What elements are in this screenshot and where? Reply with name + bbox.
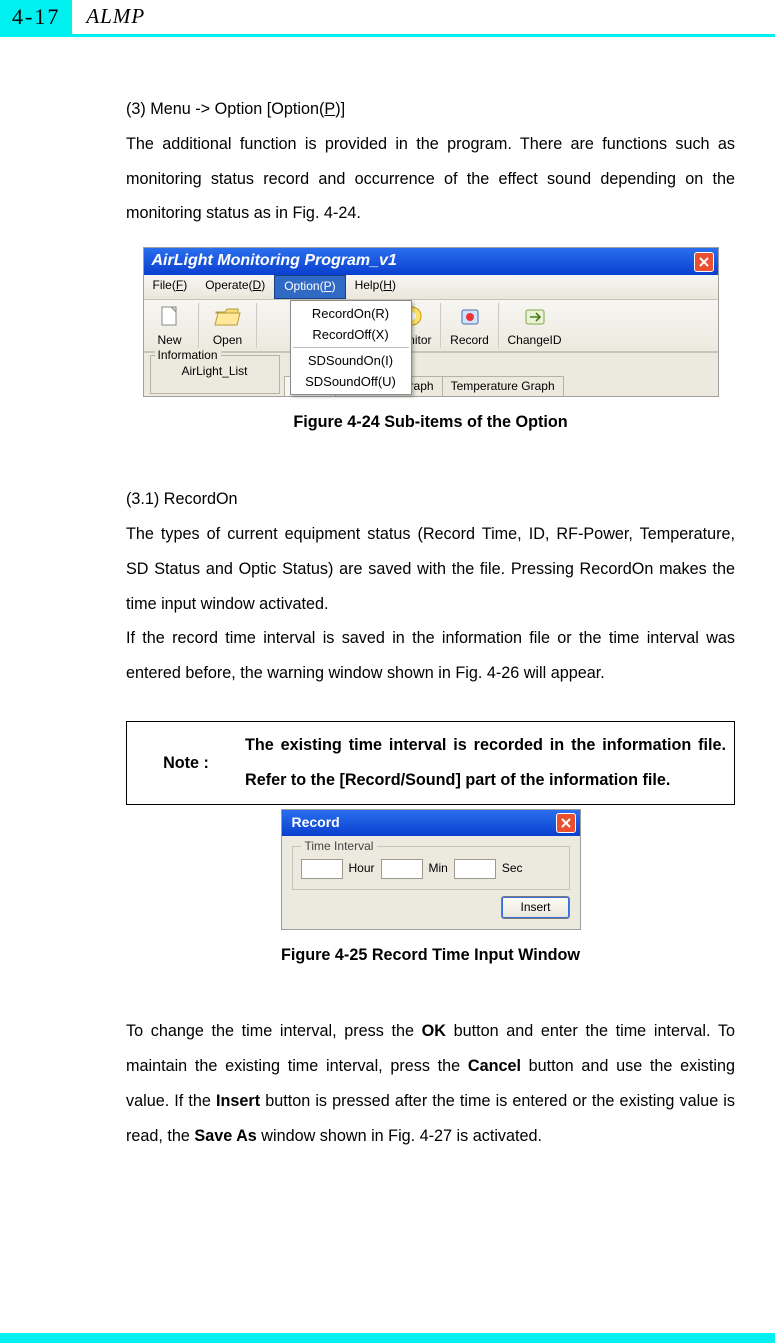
- figure-4-24: AirLight Monitoring Program_v1 File(F) O…: [126, 247, 735, 440]
- folder-open-icon: [212, 303, 244, 331]
- menu-help-mnemonic: H: [383, 278, 392, 292]
- dropdown-sdsoundoff[interactable]: SDSoundOff(U): [291, 371, 411, 392]
- record-titlebar: Record: [282, 810, 580, 836]
- note-label: Note :: [127, 722, 245, 804]
- airlight-lower: Information AirLight_List Status RF Powe…: [144, 352, 718, 396]
- record-title: Record: [292, 813, 340, 833]
- figure-4-25: Record Time Interval Hour Min Sec Insert: [126, 809, 735, 973]
- close-icon[interactable]: [694, 252, 714, 272]
- ok-bold: OK: [422, 1022, 446, 1040]
- tab-temperature-graph[interactable]: Temperature Graph: [442, 376, 564, 397]
- record-icon: [454, 303, 486, 331]
- cancel-bold: Cancel: [468, 1057, 521, 1075]
- toolbar-separator: [498, 303, 500, 349]
- figure-4-24-caption: Figure 4-24 Sub-items of the Option: [126, 405, 735, 440]
- sec-input[interactable]: [454, 859, 496, 879]
- insert-button[interactable]: Insert: [501, 896, 569, 919]
- menu-option-pre: Option(: [284, 279, 323, 293]
- toolbar-changeid-label: ChangeID: [508, 333, 562, 349]
- menu-option-post: ): [332, 279, 336, 293]
- hour-input[interactable]: [301, 859, 343, 879]
- dropdown-recordoff[interactable]: RecordOff(X): [291, 324, 411, 345]
- toolbar-new[interactable]: New: [144, 300, 196, 352]
- section3-heading-pre: (3) Menu -> Option [Option(: [126, 100, 324, 118]
- information-legend: Information: [155, 348, 221, 364]
- menu-help-pre: Help(: [355, 278, 384, 292]
- airlight-titlebar: AirLight Monitoring Program_v1: [144, 248, 718, 275]
- menu-help[interactable]: Help(H): [346, 275, 405, 299]
- section3-heading-post: )]: [335, 100, 345, 118]
- menu-option[interactable]: Option(P): [274, 275, 345, 299]
- menu-operate[interactable]: Operate(D): [196, 275, 274, 299]
- section31-p1: The types of current equipment status (R…: [126, 517, 735, 621]
- toolbar-new-label: New: [157, 333, 181, 349]
- insert-bold: Insert: [216, 1092, 260, 1110]
- menu-operate-mnemonic: D: [253, 278, 262, 292]
- page-number-badge: 4-17: [0, 0, 72, 34]
- menu-file-post: ): [183, 278, 187, 292]
- sec-label: Sec: [502, 860, 523, 877]
- new-file-icon: [154, 303, 186, 331]
- time-interval-legend: Time Interval: [301, 838, 378, 855]
- menu-file-pre: File(: [153, 278, 176, 292]
- information-panel: Information AirLight_List: [150, 355, 280, 394]
- close-icon[interactable]: [556, 813, 576, 833]
- menu-help-post: ): [392, 278, 396, 292]
- trailing-pre: To change the time interval, press the: [126, 1022, 422, 1040]
- note-text: The existing time interval is recorded i…: [245, 722, 734, 804]
- airlight-window: AirLight Monitoring Program_v1 File(F) O…: [143, 247, 719, 397]
- toolbar-open[interactable]: Open: [202, 300, 254, 352]
- time-interval-fieldset: Time Interval Hour Min Sec: [292, 846, 570, 890]
- section3-heading: (3) Menu -> Option [Option(P)]: [126, 92, 735, 127]
- trailing-paragraph: To change the time interval, press the O…: [126, 1014, 735, 1153]
- airlight-title: AirLight Monitoring Program_v1: [152, 251, 397, 272]
- chapter-label: ALMP: [72, 0, 145, 29]
- option-dropdown: RecordOn(R) RecordOff(X) SDSoundOn(I) SD…: [290, 300, 412, 395]
- menubar: File(F) Operate(D) Option(P) Help(H): [144, 275, 718, 300]
- toolbar-separator: [256, 303, 258, 349]
- menu-operate-post: ): [261, 278, 265, 292]
- toolbar: New Open: [144, 300, 718, 353]
- dropdown-recordon[interactable]: RecordOn(R): [291, 303, 411, 324]
- dropdown-sdsoundon[interactable]: SDSoundOn(I): [291, 350, 411, 371]
- section31-heading: (3.1) RecordOn: [126, 482, 735, 517]
- record-dialog: Record Time Interval Hour Min Sec Insert: [281, 809, 581, 930]
- note-box: Note : The existing time interval is rec…: [126, 721, 735, 805]
- toolbar-separator: [198, 303, 200, 349]
- menu-file[interactable]: File(F): [144, 275, 197, 299]
- dropdown-separator: [293, 347, 409, 348]
- section3-body: The additional function is provided in t…: [126, 127, 735, 231]
- toolbar-record[interactable]: Record: [444, 300, 496, 352]
- toolbar-separator: [440, 303, 442, 349]
- section31-p2: If the record time interval is saved in …: [126, 621, 735, 691]
- hour-label: Hour: [349, 860, 375, 877]
- menu-option-mnemonic: P: [324, 279, 332, 293]
- toolbar-changeid[interactable]: ChangeID: [502, 300, 568, 352]
- trailing-end: window shown in Fig. 4-27 is activated.: [257, 1127, 542, 1145]
- section3-heading-underlined: P: [324, 100, 335, 118]
- saveas-bold: Save As: [194, 1127, 256, 1145]
- changeid-icon: [519, 303, 551, 331]
- toolbar-record-label: Record: [450, 333, 489, 349]
- toolbar-open-label: Open: [213, 333, 242, 349]
- menu-operate-pre: Operate(: [205, 278, 252, 292]
- min-label: Min: [429, 860, 448, 877]
- footer-divider: [0, 1333, 775, 1343]
- min-input[interactable]: [381, 859, 423, 879]
- page-header: 4-17 ALMP: [0, 0, 775, 34]
- figure-4-25-caption: Figure 4-25 Record Time Input Window: [126, 938, 735, 973]
